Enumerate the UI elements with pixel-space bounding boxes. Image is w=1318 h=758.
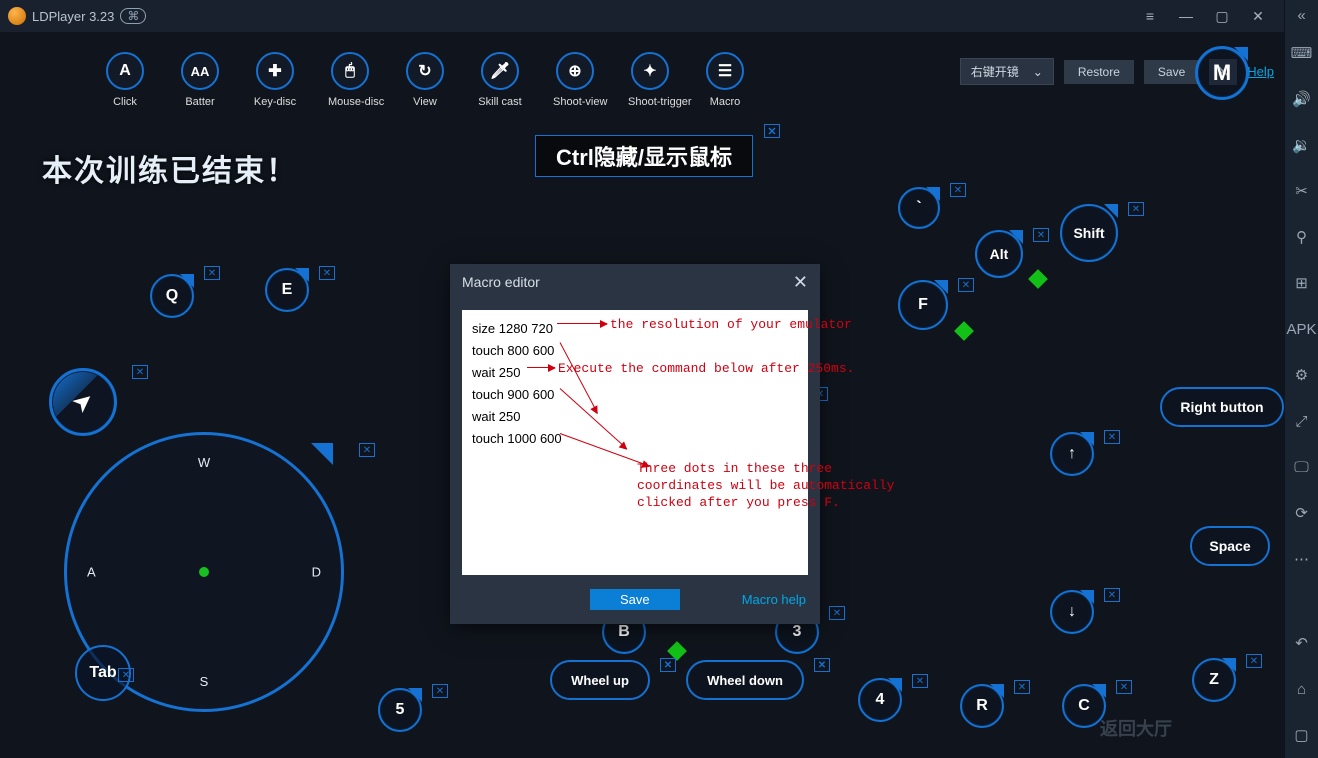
tool-mouse-disc[interactable]: 🖱Mouse-disc bbox=[328, 52, 372, 108]
key-4[interactable]: 4✕ bbox=[858, 678, 902, 722]
apk-icon[interactable]: APK bbox=[1285, 306, 1318, 352]
delete-icon[interactable]: ✕ bbox=[1246, 654, 1262, 668]
macro-save-button[interactable]: Save bbox=[590, 589, 680, 610]
right-sidebar: « ⌨ 🔊 🔉 ✂ ⚲ ⊞ APK ⚙ ⤢ 🖵 ⟳ ⋯ ↶ ⌂ ▢ bbox=[1284, 0, 1318, 758]
settings-icon[interactable]: ⚙ bbox=[1285, 352, 1318, 398]
location-icon[interactable]: ⚲ bbox=[1285, 214, 1318, 260]
tool-shoot-trigger[interactable]: ✦Shoot-trigger bbox=[628, 52, 672, 108]
delete-icon[interactable]: ✕ bbox=[1128, 202, 1144, 216]
key-5[interactable]: 5✕ bbox=[378, 688, 422, 732]
delete-icon[interactable]: ✕ bbox=[1104, 588, 1120, 602]
annotation-2: Execute the command below after 250ms. bbox=[558, 358, 854, 380]
more-icon[interactable]: ⋯ bbox=[1285, 536, 1318, 582]
delete-icon[interactable]: ✕ bbox=[432, 684, 448, 698]
help-link[interactable]: Help bbox=[1247, 64, 1274, 79]
titlebar: LDPlayer 3.23 ⌘ ≡ — ▢ ✕ bbox=[0, 0, 1284, 32]
key-right-mouse[interactable]: Right button bbox=[1160, 387, 1284, 427]
key-q[interactable]: Q✕ bbox=[150, 274, 194, 318]
key-z[interactable]: Z✕ bbox=[1192, 658, 1236, 702]
key-e[interactable]: E✕ bbox=[265, 268, 309, 312]
tool-skill-cast[interactable]: 🗡Skill cast bbox=[478, 52, 522, 108]
tool-batter[interactable]: AABatter bbox=[178, 52, 222, 108]
pencil-icon bbox=[954, 321, 974, 341]
scissors-icon[interactable]: ✂ bbox=[1285, 168, 1318, 214]
pencil-icon bbox=[1028, 269, 1048, 289]
recent-icon[interactable]: ▢ bbox=[1285, 712, 1318, 758]
annotation-1: the resolution of your emulator bbox=[610, 314, 852, 336]
delete-icon[interactable]: ✕ bbox=[319, 266, 335, 280]
key-r[interactable]: R✕ bbox=[960, 684, 1004, 728]
tool-key-disc[interactable]: ✚Key-disc bbox=[253, 52, 297, 108]
delete-icon[interactable]: ✕ bbox=[660, 658, 676, 672]
chevron-down-icon: ⌄ bbox=[1033, 65, 1043, 79]
tool-view[interactable]: ↻View bbox=[403, 52, 447, 108]
delete-icon[interactable]: ✕ bbox=[359, 443, 375, 457]
modal-close-icon[interactable]: ✕ bbox=[793, 272, 808, 293]
key-wheel-down[interactable]: Wheel down✕ bbox=[686, 660, 804, 700]
key-arrow-down[interactable]: ↓✕ bbox=[1050, 590, 1094, 634]
app-title: LDPlayer 3.23 bbox=[32, 9, 114, 24]
minimize-button[interactable]: — bbox=[1168, 0, 1204, 32]
tool-click[interactable]: AClick bbox=[103, 52, 147, 108]
close-button[interactable]: ✕ bbox=[1240, 0, 1276, 32]
rotate-icon[interactable]: ⟳ bbox=[1285, 490, 1318, 536]
key-space[interactable]: Space bbox=[1190, 526, 1270, 566]
restore-button[interactable]: Restore bbox=[1064, 60, 1134, 84]
macro-editor-textarea[interactable]: size 1280 720 touch 800 600 wait 250 tou… bbox=[462, 310, 808, 575]
volume-down-icon[interactable]: 🔉 bbox=[1285, 122, 1318, 168]
key-m[interactable]: M bbox=[1195, 46, 1249, 100]
keyboard-icon[interactable]: ⌨ bbox=[1285, 30, 1318, 76]
app-logo-icon bbox=[8, 7, 26, 25]
training-over-text: 本次训练已结束！ bbox=[42, 146, 298, 190]
monitor-icon[interactable]: 🖵 bbox=[1285, 444, 1318, 490]
key-shift[interactable]: Shift✕ bbox=[1060, 204, 1118, 262]
key-f[interactable]: F✕ bbox=[898, 280, 948, 330]
banner-delete-icon[interactable]: ✕ bbox=[764, 124, 780, 138]
keymap-toolbar: AClick AABatter ✚Key-disc 🖱Mouse-disc ↻V… bbox=[0, 42, 1284, 137]
key-alt[interactable]: Alt✕ bbox=[975, 230, 1023, 278]
macro-help-link[interactable]: Macro help bbox=[742, 592, 806, 607]
return-hall-text: 返回大厅 bbox=[1100, 715, 1172, 741]
delete-icon[interactable]: ✕ bbox=[1014, 680, 1030, 694]
tool-macro[interactable]: ☰Macro bbox=[703, 52, 747, 108]
annotation-3: Three dots in these three coordinates wi… bbox=[637, 460, 894, 511]
scope-dropdown[interactable]: 右键开镜⌄ bbox=[960, 58, 1054, 85]
ctrl-toggle-banner[interactable]: Ctrl隐藏/显示鼠标 ✕ bbox=[535, 135, 753, 177]
bullet-icon: ➤ bbox=[68, 386, 99, 418]
add-icon[interactable]: ⊞ bbox=[1285, 260, 1318, 306]
save-button[interactable]: Save bbox=[1144, 60, 1199, 84]
menu-icon[interactable]: ≡ bbox=[1132, 0, 1168, 32]
home-icon[interactable]: ⌂ bbox=[1285, 666, 1318, 712]
wasd-dpad[interactable]: W A D S Tab ✕ bbox=[64, 432, 344, 712]
macro-editor-modal: Macro editor ✕ size 1280 720 touch 800 6… bbox=[450, 264, 820, 624]
fullscreen-icon[interactable]: ⤢ bbox=[1285, 398, 1318, 444]
delete-icon[interactable]: ✕ bbox=[950, 183, 966, 197]
delete-icon[interactable]: ✕ bbox=[814, 658, 830, 672]
delete-icon[interactable]: ✕ bbox=[912, 674, 928, 688]
key-c[interactable]: C✕ bbox=[1062, 684, 1106, 728]
key-arrow-up[interactable]: ↑✕ bbox=[1050, 432, 1094, 476]
modal-title: Macro editor bbox=[462, 274, 540, 290]
volume-up-icon[interactable]: 🔊 bbox=[1285, 76, 1318, 122]
maximize-button[interactable]: ▢ bbox=[1204, 0, 1240, 32]
delete-icon[interactable]: ✕ bbox=[958, 278, 974, 292]
back-icon[interactable]: ↶ bbox=[1285, 620, 1318, 666]
delete-icon[interactable]: ✕ bbox=[132, 365, 148, 379]
key-backtick[interactable]: `✕ bbox=[898, 187, 940, 229]
bullet-icon-key[interactable]: ➤ ✕ bbox=[49, 368, 117, 436]
delete-icon[interactable]: ✕ bbox=[118, 668, 134, 682]
tool-shoot-view[interactable]: ⊕Shoot-view bbox=[553, 52, 597, 108]
key-wheel-up[interactable]: Wheel up✕ bbox=[550, 660, 650, 700]
delete-icon[interactable]: ✕ bbox=[829, 606, 845, 620]
gamepad-icon: ⌘ bbox=[120, 8, 146, 24]
collapse-icon[interactable]: « bbox=[1285, 0, 1318, 30]
delete-icon[interactable]: ✕ bbox=[204, 266, 220, 280]
stage: AClick AABatter ✚Key-disc 🖱Mouse-disc ↻V… bbox=[0, 32, 1284, 758]
delete-icon[interactable]: ✕ bbox=[1104, 430, 1120, 444]
delete-icon[interactable]: ✕ bbox=[1116, 680, 1132, 694]
delete-icon[interactable]: ✕ bbox=[1033, 228, 1049, 242]
